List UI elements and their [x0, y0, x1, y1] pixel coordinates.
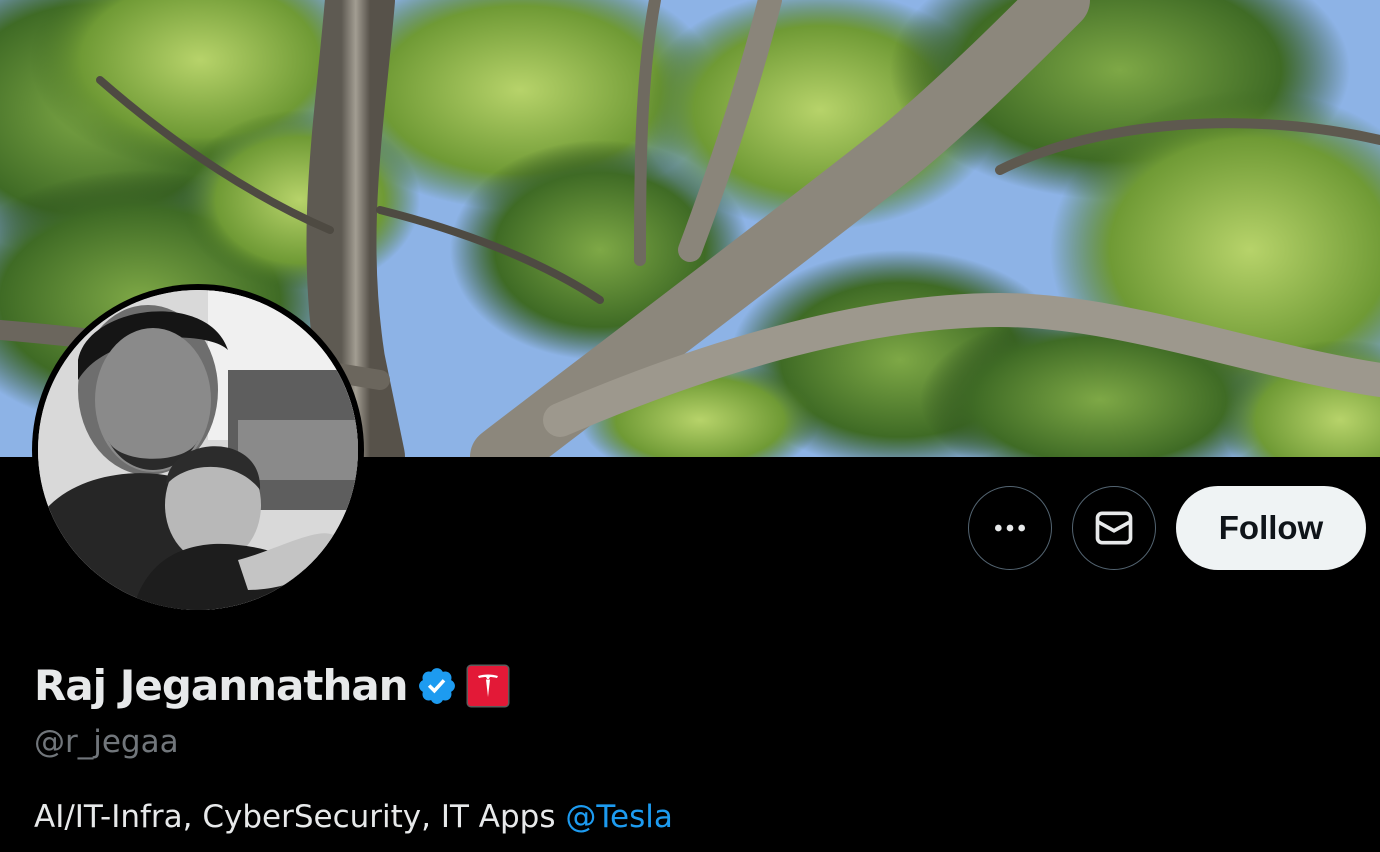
more-options-button[interactable]: [968, 486, 1052, 570]
more-horizontal-icon: [995, 524, 1025, 532]
display-name: Raj Jegannathan: [34, 661, 409, 710]
bio-text: AI/IT-Infra, CyberSecurity, IT Apps: [34, 799, 566, 835]
profile-bio: AI/IT-Infra, CyberSecurity, IT Apps @Tes…: [34, 796, 673, 838]
profile-name-row: Raj Jegannathan: [34, 656, 508, 716]
message-button[interactable]: [1072, 486, 1156, 570]
follow-button[interactable]: Follow: [1176, 486, 1366, 570]
bio-mention-link[interactable]: @Tesla: [565, 799, 673, 835]
tesla-affiliate-badge-icon[interactable]: [467, 666, 508, 706]
profile-page: Follow Raj Jegannathan @r_jegaa AI/IT-In…: [0, 0, 1380, 852]
verified-badge-icon[interactable]: [416, 665, 458, 707]
avatar-photo: [38, 290, 358, 610]
envelope-icon: [1095, 511, 1133, 545]
profile-avatar[interactable]: [32, 284, 364, 616]
profile-handle: @r_jegaa: [34, 724, 179, 760]
